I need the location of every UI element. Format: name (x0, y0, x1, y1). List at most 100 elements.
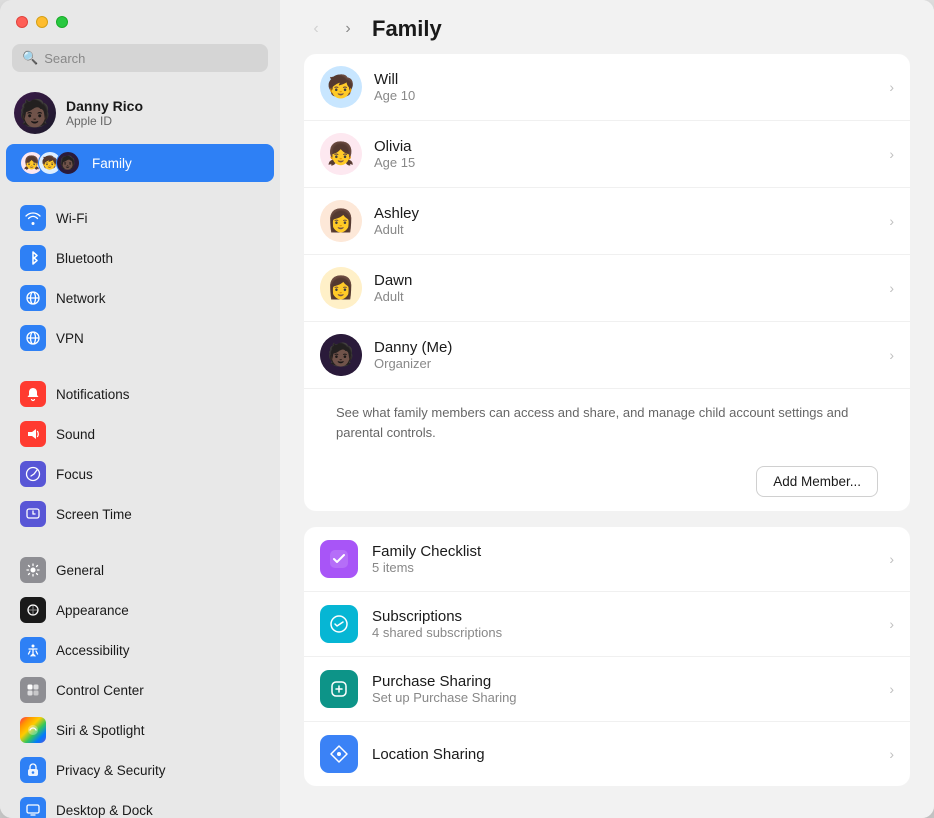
member-sub-will: Age 10 (374, 88, 877, 103)
feature-row-purchase-sharing[interactable]: Purchase Sharing Set up Purchase Sharing… (304, 657, 910, 722)
desktop-icon (20, 797, 46, 818)
chevron-icon-danny: › (889, 347, 894, 363)
sidebar-item-network-label: Network (56, 291, 106, 306)
search-input[interactable] (44, 51, 258, 66)
sidebar-item-desktop[interactable]: Desktop & Dock (6, 790, 274, 818)
sidebar-item-general[interactable]: General (6, 550, 274, 590)
sidebar-item-control-center[interactable]: Control Center (6, 670, 274, 710)
sidebar-item-focus-label: Focus (56, 467, 93, 482)
member-name-danny: Danny (Me) (374, 339, 877, 356)
location-sharing-info: Location Sharing (372, 746, 875, 763)
maximize-button[interactable] (56, 16, 68, 28)
feature-row-location-sharing[interactable]: Location Sharing › (304, 722, 910, 786)
sidebar-item-network[interactable]: Network (6, 278, 274, 318)
sidebar-item-notifications-label: Notifications (56, 387, 130, 402)
sidebar-item-siri[interactable]: Siri & Spotlight (6, 710, 274, 750)
purchase-sharing-name: Purchase Sharing (372, 673, 875, 690)
member-name-olivia: Olivia (374, 138, 877, 155)
profile-section[interactable]: 🧑🏿 Danny Rico Apple ID (0, 84, 280, 144)
sidebar-item-siri-label: Siri & Spotlight (56, 723, 145, 738)
member-sub-dawn: Adult (374, 289, 877, 304)
add-member-row: Add Member... (320, 456, 894, 511)
member-avatar-ashley: 👩 (320, 200, 362, 242)
main-content: ‹ › Family 🧒 Will Age 10 (280, 0, 934, 818)
privacy-icon (20, 757, 46, 783)
subscriptions-name: Subscriptions (372, 608, 875, 625)
member-row-olivia[interactable]: 👧 Olivia Age 15 › (304, 121, 910, 188)
member-sub-ashley: Adult (374, 222, 877, 237)
feature-row-subscriptions[interactable]: Subscriptions 4 shared subscriptions › (304, 592, 910, 657)
profile-name: Danny Rico (66, 98, 143, 114)
wifi-icon (20, 205, 46, 231)
sidebar-item-screen-time[interactable]: Screen Time (6, 494, 274, 534)
subscriptions-icon (320, 605, 358, 643)
general-icon (20, 557, 46, 583)
search-bar[interactable]: 🔍 (12, 44, 268, 72)
sidebar: 🔍 🧑🏿 Danny Rico Apple ID 👧 🧒 🧑🏿 Family (0, 0, 280, 818)
add-member-button[interactable]: Add Member... (756, 466, 878, 497)
chevron-icon-subscriptions: › (889, 616, 894, 632)
sidebar-item-sound[interactable]: Sound (6, 414, 274, 454)
main-header: ‹ › Family (280, 0, 934, 54)
family-members-card: 🧒 Will Age 10 › 👧 (304, 54, 910, 511)
location-sharing-icon (320, 735, 358, 773)
subscriptions-sub: 4 shared subscriptions (372, 625, 875, 640)
search-icon: 🔍 (22, 50, 38, 66)
svg-text:🧒: 🧒 (327, 73, 355, 99)
member-sub-danny: Organizer (374, 356, 877, 371)
purchase-sharing-info: Purchase Sharing Set up Purchase Sharing (372, 673, 875, 705)
family-checklist-info: Family Checklist 5 items (372, 543, 875, 575)
member-avatar-danny: 🧑🏿 (320, 334, 362, 376)
sidebar-item-sound-label: Sound (56, 427, 95, 442)
back-button[interactable]: ‹ (304, 17, 328, 41)
sidebar-item-control-center-label: Control Center (56, 683, 144, 698)
family-description: See what family members can access and s… (320, 389, 894, 456)
sidebar-item-vpn-label: VPN (56, 331, 84, 346)
system-preferences-window: 🔍 🧑🏿 Danny Rico Apple ID 👧 🧒 🧑🏿 Family (0, 0, 934, 818)
sidebar-item-privacy-label: Privacy & Security (56, 763, 166, 778)
svg-text:👩: 👩 (327, 208, 354, 233)
page-title: Family (372, 16, 442, 42)
chevron-icon-purchase-sharing: › (889, 681, 894, 697)
appearance-icon (20, 597, 46, 623)
chevron-icon-dawn: › (889, 280, 894, 296)
sound-icon (20, 421, 46, 447)
minimize-button[interactable] (36, 16, 48, 28)
sidebar-item-bluetooth[interactable]: Bluetooth (6, 238, 274, 278)
close-button[interactable] (16, 16, 28, 28)
svg-text:👧: 👧 (327, 141, 354, 166)
member-avatar-olivia: 👧 (320, 133, 362, 175)
family-checklist-sub: 5 items (372, 560, 875, 575)
network-icon (20, 285, 46, 311)
siri-icon (20, 717, 46, 743)
sidebar-item-wifi[interactable]: Wi-Fi (6, 198, 274, 238)
member-row-dawn[interactable]: 👩 Dawn Adult › (304, 255, 910, 322)
sidebar-item-accessibility-label: Accessibility (56, 643, 130, 658)
svg-text:🧑🏿: 🧑🏿 (327, 341, 354, 367)
sidebar-item-vpn[interactable]: VPN (6, 318, 274, 358)
forward-button[interactable]: › (336, 17, 360, 41)
member-info-olivia: Olivia Age 15 (374, 138, 877, 170)
subscriptions-info: Subscriptions 4 shared subscriptions (372, 608, 875, 640)
member-name-will: Will (374, 71, 877, 88)
sidebar-item-notifications[interactable]: Notifications (6, 374, 274, 414)
sidebar-item-focus[interactable]: Focus (6, 454, 274, 494)
sidebar-item-appearance-label: Appearance (56, 603, 129, 618)
screen-time-icon (20, 501, 46, 527)
sidebar-item-accessibility[interactable]: Accessibility (6, 630, 274, 670)
member-row-danny[interactable]: 🧑🏿 Danny (Me) Organizer › (304, 322, 910, 389)
feature-row-family-checklist[interactable]: Family Checklist 5 items › (304, 527, 910, 592)
member-row-ashley[interactable]: 👩 Ashley Adult › (304, 188, 910, 255)
focus-icon (20, 461, 46, 487)
sidebar-item-appearance[interactable]: Appearance (6, 590, 274, 630)
sidebar-item-privacy[interactable]: Privacy & Security (6, 750, 274, 790)
purchase-sharing-icon (320, 670, 358, 708)
member-row-will[interactable]: 🧒 Will Age 10 › (304, 54, 910, 121)
chevron-icon-checklist: › (889, 551, 894, 567)
sidebar-item-general-label: General (56, 563, 104, 578)
purchase-sharing-sub: Set up Purchase Sharing (372, 690, 875, 705)
family-description-section: See what family members can access and s… (304, 389, 910, 511)
chevron-icon-olivia: › (889, 146, 894, 162)
sidebar-item-family[interactable]: 👧 🧒 🧑🏿 Family (6, 144, 274, 182)
member-avatar-will: 🧒 (320, 66, 362, 108)
